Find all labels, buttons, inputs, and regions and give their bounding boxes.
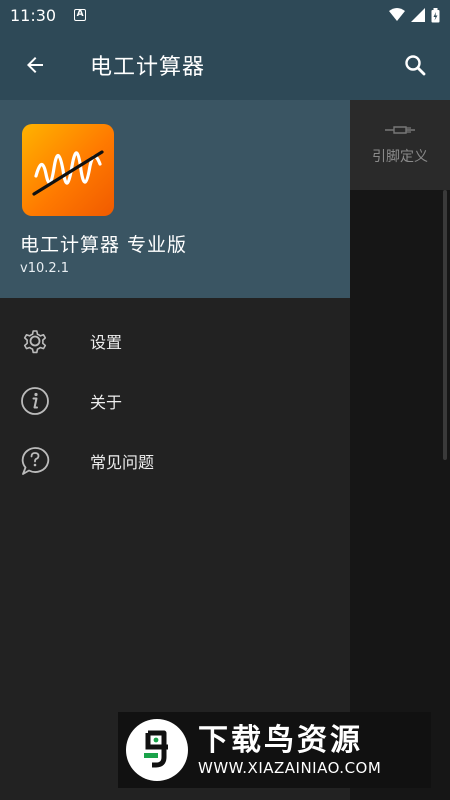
menu-item-faq[interactable]: 常见问题	[0, 431, 350, 491]
app-bar: 电工计算器	[0, 30, 450, 100]
menu-label-faq: 常见问题	[90, 453, 155, 472]
watermark-bird-logo	[126, 719, 188, 781]
search-button[interactable]	[380, 30, 450, 100]
background-content: 引脚定义	[350, 100, 450, 800]
search-icon	[405, 55, 426, 76]
app-logo	[22, 124, 114, 216]
app-version: v10.2.1	[20, 261, 70, 276]
watermark-title: 下载鸟资源	[198, 723, 363, 758]
tab-label: 引脚定义	[372, 149, 428, 165]
app-name: 电工计算器 专业版	[20, 234, 188, 256]
app-title: 电工计算器	[90, 55, 206, 80]
menu-item-settings[interactable]: 设置	[0, 311, 350, 371]
battery-icon	[431, 7, 440, 22]
bird-logo-icon	[144, 730, 168, 768]
watermark-url: WWW.XIAZAINIAO.COM	[198, 759, 382, 777]
status-time: 11:30	[10, 5, 57, 25]
status-icons	[389, 7, 440, 23]
wifi-icon	[389, 8, 405, 21]
tab-pin-definition[interactable]: 引脚定义	[350, 100, 450, 190]
gear-icon	[23, 330, 47, 354]
connector-icon	[385, 126, 415, 134]
status-bar: 11:30 A	[0, 0, 450, 30]
back-button[interactable]	[0, 30, 70, 100]
help-bubble-icon	[21, 447, 50, 475]
drawer-menu: 设置 关于 常见问题	[0, 298, 350, 491]
drawer-header: 电工计算器 专业版 v10.2.1	[0, 100, 350, 298]
menu-item-about[interactable]: 关于	[0, 371, 350, 431]
menu-label-about: 关于	[90, 393, 123, 412]
watermark: 下载鸟资源 WWW.XIAZAINIAO.COM	[118, 712, 431, 788]
scrollbar[interactable]	[443, 190, 447, 460]
signal-icon	[411, 8, 425, 22]
navigation-drawer: 电工计算器 专业版 v10.2.1 设置 关于 常见问题	[0, 100, 350, 800]
notification-a-icon: A	[74, 9, 87, 21]
waveform-logo-icon	[32, 150, 104, 196]
info-icon	[21, 387, 49, 415]
menu-label-settings: 设置	[90, 333, 123, 352]
arrow-left-icon	[27, 57, 43, 73]
